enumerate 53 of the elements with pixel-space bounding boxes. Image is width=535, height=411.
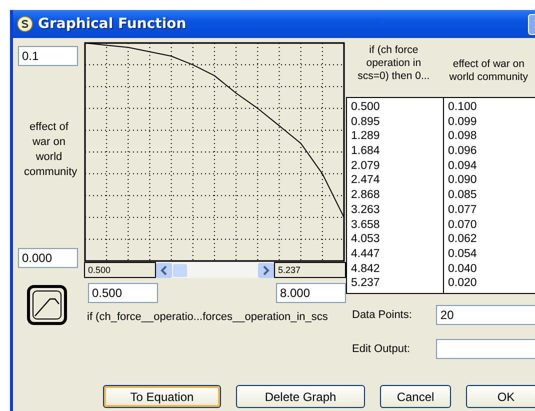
column-header: if (ch force operation in scs=0) then 0... [356, 43, 431, 84]
scroll-thumb[interactable] [173, 264, 187, 276]
table-cell-text: 0.070 [448, 218, 478, 232]
x-min-field[interactable]: 0.500 [88, 283, 158, 303]
table-cell-text: 0.098 [448, 129, 478, 144]
scroll-left-icon[interactable] [156, 262, 172, 278]
table-cell-text: 3.263 [351, 202, 381, 218]
table-cell-text: 0.094 [448, 158, 478, 174]
table-cell-text: 0.099 [448, 114, 478, 130]
edit-output-field[interactable] [436, 339, 535, 359]
y-min-field[interactable]: 0.000 [18, 248, 78, 268]
table-cell-text: 1.289 [351, 129, 381, 144]
y-max-field[interactable]: 0.1 [18, 46, 78, 66]
dialog-button[interactable]: Delete Graph [236, 385, 365, 408]
curve-shape-button[interactable] [27, 285, 67, 325]
function-graph[interactable] [84, 42, 345, 262]
range-end-label: 5.237 [274, 262, 346, 278]
window-title: Graphical Function [38, 16, 186, 32]
table-cell-text: 4.447 [351, 246, 381, 262]
table-cell-text: 0.895 [351, 114, 381, 130]
table-cell-text: 4.053 [351, 232, 381, 247]
table-cell-text: 0.090 [448, 173, 478, 188]
scroll-right-icon[interactable] [258, 262, 274, 278]
data-points-field[interactable]: 20 [436, 305, 535, 325]
table-cell-text: 0.020 [448, 276, 478, 291]
x-axis-label: if (ch_force__operatio...forces__operation_in_scs [86, 311, 329, 323]
dialog-button[interactable]: OK [466, 385, 535, 408]
curve-icon [32, 290, 62, 320]
column-header: effect of war on world community [448, 56, 530, 84]
table-cell-text: 2.474 [351, 173, 381, 188]
table-cell-text: 5.237 [351, 276, 381, 291]
table-cell-text: 0.100 [448, 100, 478, 115]
table-cell-text: 0.085 [448, 188, 478, 203]
data-points-label: Data Points: [351, 309, 413, 321]
dialog-button[interactable]: Cancel [380, 385, 451, 408]
app-icon [17, 16, 33, 32]
table-cell-text: 3.658 [351, 218, 381, 232]
table-cell-text: 4.842 [351, 262, 381, 276]
edit-output-label: Edit Output: [351, 343, 412, 355]
data-table[interactable]: 0.500 0.895 1.289 1.684 2.079 2.474 2.868 3.263 3.658 4.053 4.447 4.842 5.237 0.100 0.099 0.098 0.096 0.094 0.090 0.085 0.077 0.070 0.062 0.054 0.040 0.020 [346, 97, 535, 294]
table-cell-text: 0.054 [448, 246, 478, 262]
scrollbar[interactable] [156, 262, 274, 278]
table-cell-text: 0.040 [448, 262, 478, 276]
x-max-field[interactable]: 8.000 [276, 283, 346, 303]
table-cell-text: 0.096 [448, 144, 478, 159]
table-cell-text: 0.077 [448, 202, 478, 218]
table-cell-text: 2.079 [351, 158, 381, 174]
range-start-label: 0.500 [84, 262, 156, 278]
table-cell-text: 2.868 [351, 188, 381, 203]
dialog-button[interactable]: To Equation [103, 385, 221, 408]
table-cell-text: 0.500 [351, 100, 381, 115]
table-cell-text: 1.684 [351, 144, 381, 159]
table-cell-text: 0.062 [448, 232, 478, 247]
